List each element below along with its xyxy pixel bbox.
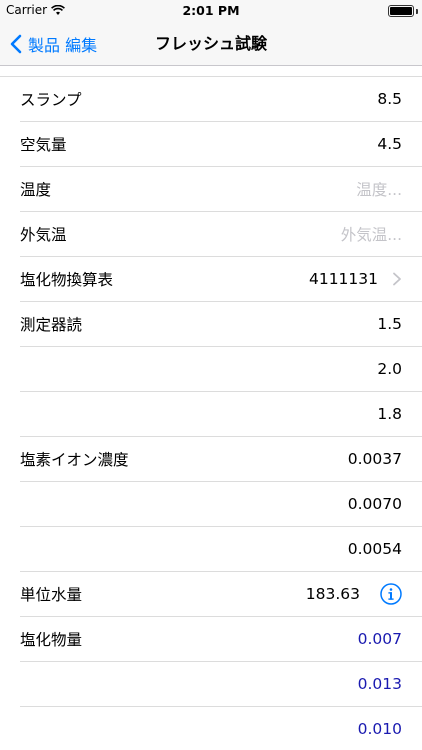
page-title: フレッシュ試験 (154, 34, 267, 53)
row-label: 空気量 (20, 136, 67, 154)
chevron-right-icon (393, 272, 401, 286)
slump-value[interactable]: 8.5 (377, 90, 402, 108)
row-outdoor-temperature[interactable]: 外気温 外気温... (20, 212, 422, 257)
outdoor-temperature-field[interactable]: 外気温... (341, 223, 402, 245)
row-meter-reading-1[interactable]: 測定器読 1.5 (20, 302, 422, 347)
status-bar: Carrier 2:01 PM (0, 0, 422, 22)
row-meter-reading-2[interactable]: 2.0 (20, 347, 422, 392)
row-label: 外気温 (20, 226, 67, 244)
row-temperature[interactable]: 温度 温度... (20, 167, 422, 212)
row-slump[interactable]: スランプ 8.5 (20, 77, 422, 122)
row-chloride-conversion-table[interactable]: 塩化物換算表 4111131 (20, 257, 422, 302)
unit-water-content-value[interactable]: 183.63 (306, 585, 360, 603)
fresh-test-table: スランプ 8.5 空気量 4.5 温度 温度... 外気温 外気温... 塩化物… (0, 66, 422, 750)
row-air-content[interactable]: 空気量 4.5 (20, 122, 422, 167)
row-meter-reading-3[interactable]: 1.8 (20, 392, 422, 437)
temperature-field[interactable]: 温度... (356, 178, 402, 200)
chloride-amount-value: 0.007 (357, 630, 402, 648)
navigation-bar: 製品 編集 フレッシュ試験 (0, 22, 422, 66)
row-label: 塩化物量 (20, 631, 83, 649)
row-chloride-ion-1: 塩素イオン濃度 0.0037 (20, 437, 422, 482)
row-chloride-ion-3: 0.0054 (20, 527, 422, 572)
row-label: 単位水量 (20, 586, 83, 604)
meter-reading-value[interactable]: 2.0 (377, 360, 402, 378)
air-content-value[interactable]: 4.5 (377, 135, 402, 153)
chloride-amount-value: 0.013 (357, 675, 402, 693)
battery-tip (416, 9, 418, 14)
row-label: 塩化物換算表 (20, 271, 114, 289)
chloride-ion-value: 0.0054 (347, 540, 402, 558)
row-chloride-ion-2: 0.0070 (20, 482, 422, 527)
info-icon[interactable] (380, 583, 402, 605)
row-label: 測定器読 (20, 316, 83, 334)
row-label: 塩素イオン濃度 (20, 451, 129, 469)
row-chloride-amount-1: 塩化物量 0.007 (20, 617, 422, 662)
row-chloride-amount-2: 0.013 (20, 662, 422, 707)
chloride-amount-value: 0.010 (357, 720, 402, 738)
row-unit-water-content[interactable]: 単位水量 183.63 (20, 572, 422, 617)
row-chloride-amount-3: 0.010 (20, 707, 422, 750)
meter-reading-value[interactable]: 1.8 (377, 405, 402, 423)
battery-icon (388, 5, 414, 17)
section-top-gap (0, 66, 422, 77)
chloride-conversion-value: 4111131 (308, 270, 378, 288)
row-label: 温度 (20, 181, 52, 199)
chloride-ion-value: 0.0070 (347, 495, 402, 513)
meter-reading-value[interactable]: 1.5 (377, 315, 402, 333)
row-label: スランプ (20, 91, 82, 109)
status-time: 2:01 PM (182, 3, 240, 18)
chloride-ion-value: 0.0037 (347, 450, 402, 468)
